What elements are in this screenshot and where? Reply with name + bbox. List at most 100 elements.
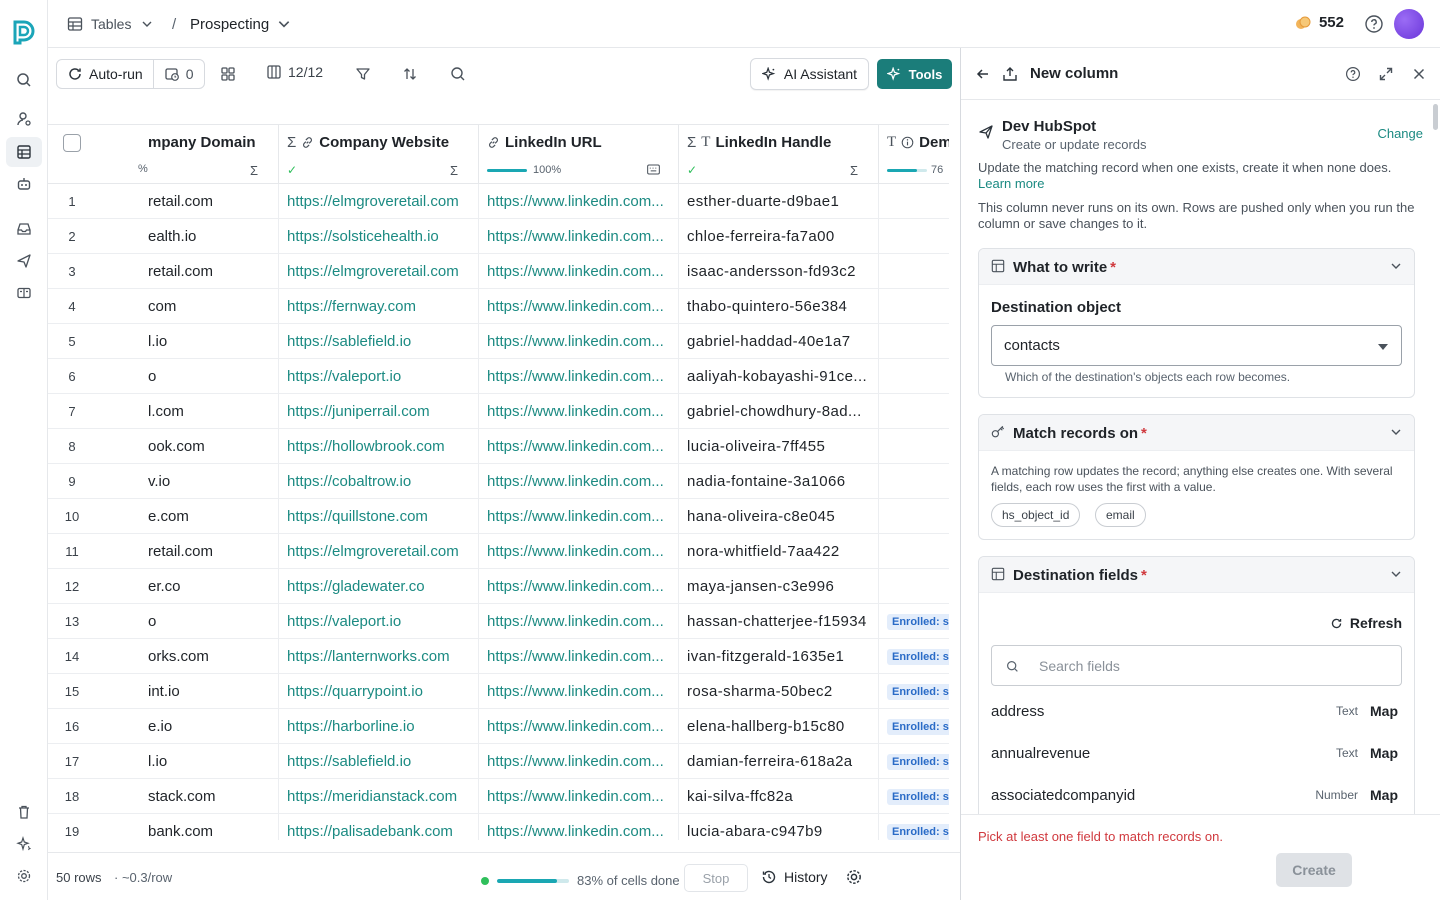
demo-cell[interactable] (879, 184, 949, 219)
tables-icon[interactable] (6, 137, 42, 167)
section-header[interactable]: What to write * (979, 249, 1414, 285)
sort-icon[interactable] (400, 64, 420, 84)
column-header-company-domain[interactable]: mpany Domain % Σ (138, 125, 279, 184)
table-row[interactable]: 2 ealth.io https://solsticehealth.io https:… (48, 219, 949, 254)
company-website-cell[interactable]: https://elmgroveretail.com (279, 534, 479, 569)
company-website-cell[interactable]: https://juniperrail.com (279, 394, 479, 429)
table-row[interactable]: 16 e.io https://harborline.io https://www.l… (48, 709, 949, 744)
linkedin-url-cell[interactable]: https://www.linkedin.com... (479, 779, 679, 814)
map-button[interactable]: Map (1370, 787, 1398, 803)
linkedin-handle-cell[interactable]: hana-oliveira-c8e045 (679, 499, 879, 534)
match-field-chip[interactable]: hs_object_id (991, 503, 1081, 527)
demo-cell[interactable] (879, 464, 949, 499)
stop-button[interactable]: Stop (684, 864, 748, 892)
company-domain-cell[interactable]: l.com (148, 394, 279, 429)
table-row[interactable]: 3 retail.com https://elmgroveretail.com htt… (48, 254, 949, 289)
search-fields-input[interactable]: Search fields (991, 645, 1402, 686)
row-number[interactable]: 10 (48, 499, 96, 534)
column-header-linkedin-url[interactable]: LinkedIn URL 100% (479, 125, 679, 184)
column-header-linkedin-handle[interactable]: Σ T LinkedIn Handle ✓ Σ (679, 125, 879, 184)
linkedin-url-cell[interactable]: https://www.linkedin.com... (479, 499, 679, 534)
column-header-company-website[interactable]: Σ Company Website ✓ Σ (279, 125, 479, 184)
table-row[interactable]: 17 l.io https://sablefield.io https://www.l… (48, 744, 949, 779)
section-header[interactable]: Match records on * (979, 415, 1414, 451)
demo-cell[interactable]: Enrolled: sc (879, 639, 949, 674)
row-number[interactable]: 8 (48, 429, 96, 464)
company-domain-cell[interactable]: e.com (148, 499, 279, 534)
company-website-cell[interactable]: https://palisadebank.com (279, 814, 479, 840)
company-domain-cell[interactable]: o (148, 604, 279, 639)
linkedin-url-cell[interactable]: https://www.linkedin.com... (479, 429, 679, 464)
table-row[interactable]: 13 o https://valeport.io https://www.linked… (48, 604, 949, 639)
user-avatar[interactable] (1394, 9, 1424, 39)
linkedin-url-cell[interactable]: https://www.linkedin.com... (479, 464, 679, 499)
linkedin-handle-cell[interactable]: lucia-oliveira-7ff455 (679, 429, 879, 464)
company-domain-cell[interactable]: bank.com (148, 814, 279, 840)
row-number[interactable]: 9 (48, 464, 96, 499)
linkedin-handle-cell[interactable]: rosa-sharma-50bec2 (679, 674, 879, 709)
linkedin-handle-cell[interactable]: esther-duarte-d9bae1 (679, 184, 879, 219)
linkedin-handle-cell[interactable]: maya-jansen-c3e996 (679, 569, 879, 604)
table-row[interactable]: 8 ook.com https://hollowbrook.com https://w… (48, 429, 949, 464)
column-header-demo[interactable]: T Dem 76 (879, 125, 949, 184)
row-number[interactable]: 5 (48, 324, 96, 359)
linkedin-url-cell[interactable]: https://www.linkedin.com... (479, 569, 679, 604)
company-domain-cell[interactable]: retail.com (148, 534, 279, 569)
company-domain-cell[interactable]: ealth.io (148, 219, 279, 254)
table-row[interactable]: 15 int.io https://quarrypoint.io https://ww… (48, 674, 949, 709)
linkedin-url-cell[interactable]: https://www.linkedin.com... (479, 324, 679, 359)
table-row[interactable]: 5 l.io https://sablefield.io https://www.li… (48, 324, 949, 359)
linkedin-handle-cell[interactable]: hassan-chatterjee-f15934 (679, 604, 879, 639)
linkedin-url-cell[interactable]: https://www.linkedin.com... (479, 674, 679, 709)
company-domain-cell[interactable]: ook.com (148, 429, 279, 464)
learn-more-link[interactable]: Learn more (978, 176, 1044, 191)
demo-cell[interactable] (879, 569, 949, 604)
company-website-cell[interactable]: https://quillstone.com (279, 499, 479, 534)
linkedin-url-cell[interactable]: https://www.linkedin.com... (479, 534, 679, 569)
table-row[interactable]: 18 stack.com https://meridianstack.com http… (48, 779, 949, 814)
company-domain-cell[interactable]: com (148, 289, 279, 324)
section-header[interactable]: Destination fields * (979, 557, 1414, 593)
company-domain-cell[interactable]: e.io (148, 709, 279, 744)
row-number[interactable]: 7 (48, 394, 96, 429)
linkedin-url-cell[interactable]: https://www.linkedin.com... (479, 814, 679, 840)
demo-cell[interactable] (879, 534, 949, 569)
company-website-cell[interactable]: https://hollowbrook.com (279, 429, 479, 464)
linkedin-url-cell[interactable]: https://www.linkedin.com... (479, 219, 679, 254)
close-icon[interactable] (1409, 64, 1429, 84)
row-number[interactable]: 3 (48, 254, 96, 289)
back-arrow-icon[interactable] (973, 64, 993, 84)
map-button[interactable]: Map (1370, 745, 1398, 761)
trash-icon[interactable] (12, 800, 36, 824)
history-button[interactable]: History (761, 869, 828, 885)
table-row[interactable]: 9 v.io https://cobaltrow.io https://www.lin… (48, 464, 949, 499)
table-row[interactable]: 7 l.com https://juniperrail.com https://www… (48, 394, 949, 429)
table-row[interactable]: 19 bank.com https://palisadebank.com https:… (48, 814, 949, 840)
linkedin-handle-cell[interactable]: gabriel-chowdhury-8ad... (679, 394, 879, 429)
demo-cell[interactable]: Enrolled: sc (879, 744, 949, 779)
demo-cell[interactable] (879, 429, 949, 464)
company-domain-cell[interactable]: o (148, 359, 279, 394)
table-row[interactable]: 4 com https://fernway.com https://www.linke… (48, 289, 949, 324)
row-number[interactable]: 18 (48, 779, 96, 814)
demo-cell[interactable] (879, 359, 949, 394)
change-destination-link[interactable]: Change (1377, 126, 1423, 141)
view-grid-icon[interactable] (218, 64, 238, 84)
demo-cell[interactable] (879, 499, 949, 534)
company-website-cell[interactable]: https://gladewater.co (279, 569, 479, 604)
demo-cell[interactable]: Enrolled: sc (879, 779, 949, 814)
company-website-cell[interactable]: https://valeport.io (279, 359, 479, 394)
linkedin-url-cell[interactable]: https://www.linkedin.com... (479, 359, 679, 394)
app-logo[interactable] (11, 19, 37, 45)
row-number[interactable]: 6 (48, 359, 96, 394)
company-website-cell[interactable]: https://elmgroveretail.com (279, 184, 479, 219)
row-number[interactable]: 11 (48, 534, 96, 569)
demo-cell[interactable] (879, 219, 949, 254)
sigma-icon[interactable]: Σ (250, 163, 258, 178)
company-domain-cell[interactable]: retail.com (148, 184, 279, 219)
linkedin-handle-cell[interactable]: kai-silva-ffc82a (679, 779, 879, 814)
filter-icon[interactable] (353, 64, 373, 84)
inbox-icon[interactable] (12, 217, 36, 241)
help-icon[interactable] (1364, 14, 1384, 34)
linkedin-url-cell[interactable]: https://www.linkedin.com... (479, 184, 679, 219)
